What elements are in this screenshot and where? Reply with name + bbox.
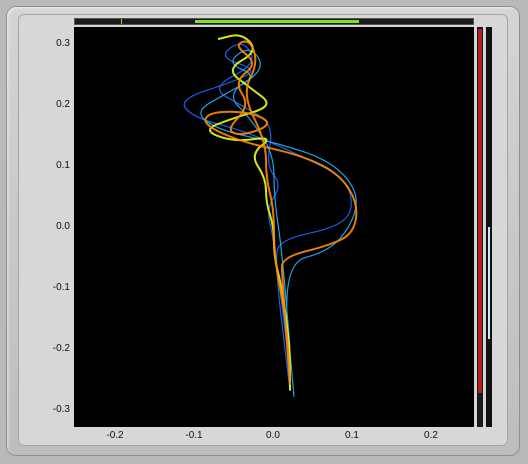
y-tick-label: 0.0 (56, 221, 70, 232)
vertical-scroll-bar[interactable] (486, 27, 492, 427)
phase-plot-svg (183, 34, 358, 397)
y-tick-label: 0.2 (56, 99, 70, 110)
horizontal-scroll-thumb[interactable] (195, 20, 359, 23)
x-tick-label: -0.1 (185, 430, 203, 441)
y-tick-label: -0.2 (52, 343, 70, 354)
y-tick-label: -0.1 (52, 282, 70, 293)
trajectory-series-2 (209, 34, 291, 391)
x-tick-label: 0.1 (345, 430, 359, 441)
level-meter-fill (478, 29, 482, 393)
x-tick-label: 0.0 (266, 430, 280, 441)
plot-area[interactable] (74, 27, 474, 427)
y-tick-label: 0.3 (56, 38, 70, 49)
horizontal-scroll-bar[interactable] (74, 18, 474, 25)
x-tick-label: 0.2 (424, 430, 438, 441)
x-tick-label: -0.2 (106, 430, 124, 441)
scroll-position-marker (121, 19, 122, 24)
y-tick-label: -0.3 (52, 404, 70, 415)
trajectory-series-0 (183, 43, 352, 391)
level-meter (477, 27, 483, 427)
vertical-scroll-thumb[interactable] (488, 227, 490, 339)
y-tick-label: 0.1 (56, 160, 70, 171)
trajectory-series-1 (200, 49, 357, 397)
